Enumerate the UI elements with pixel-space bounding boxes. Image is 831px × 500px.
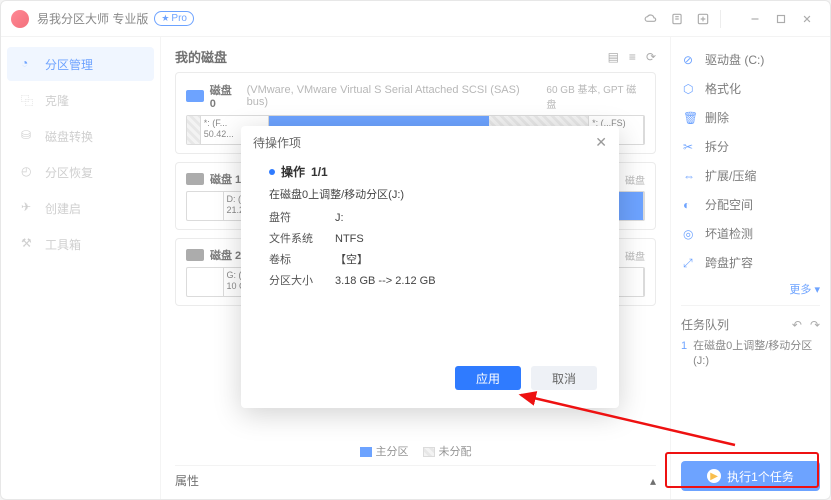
pending-operations-modal: 待操作项 ✕ 操作 1/1 在磁盘0上调整/移动分区(J:) 盘符 J: 文件系统… xyxy=(241,126,619,408)
modal-title: 待操作项 xyxy=(253,134,301,151)
row-size-key: 分区大小 xyxy=(269,271,317,292)
row-drive-key: 盘符 xyxy=(269,208,317,229)
row-label-val: 【空】 xyxy=(335,250,368,271)
cancel-button[interactable]: 取消 xyxy=(531,366,597,390)
row-fs-val: NTFS xyxy=(335,229,364,250)
bullet-icon xyxy=(269,169,275,175)
row-label-key: 卷标 xyxy=(269,250,317,271)
row-size-val: 3.18 GB --> 2.12 GB xyxy=(335,271,436,292)
apply-button[interactable]: 应用 xyxy=(455,366,521,390)
op-details-table: 盘符 J: 文件系统 NTFS 卷标【空】 分区大小 3.18 GB --> 2.12… xyxy=(269,208,591,292)
modal-close-icon[interactable]: ✕ xyxy=(595,134,607,151)
row-drive-val: J: xyxy=(335,208,344,229)
op-title-prefix: 操作 xyxy=(281,163,305,180)
row-fs-key: 文件系统 xyxy=(269,229,317,250)
op-index: 1/1 xyxy=(311,165,328,179)
op-description: 在磁盘0上调整/移动分区(J:) xyxy=(269,186,591,202)
